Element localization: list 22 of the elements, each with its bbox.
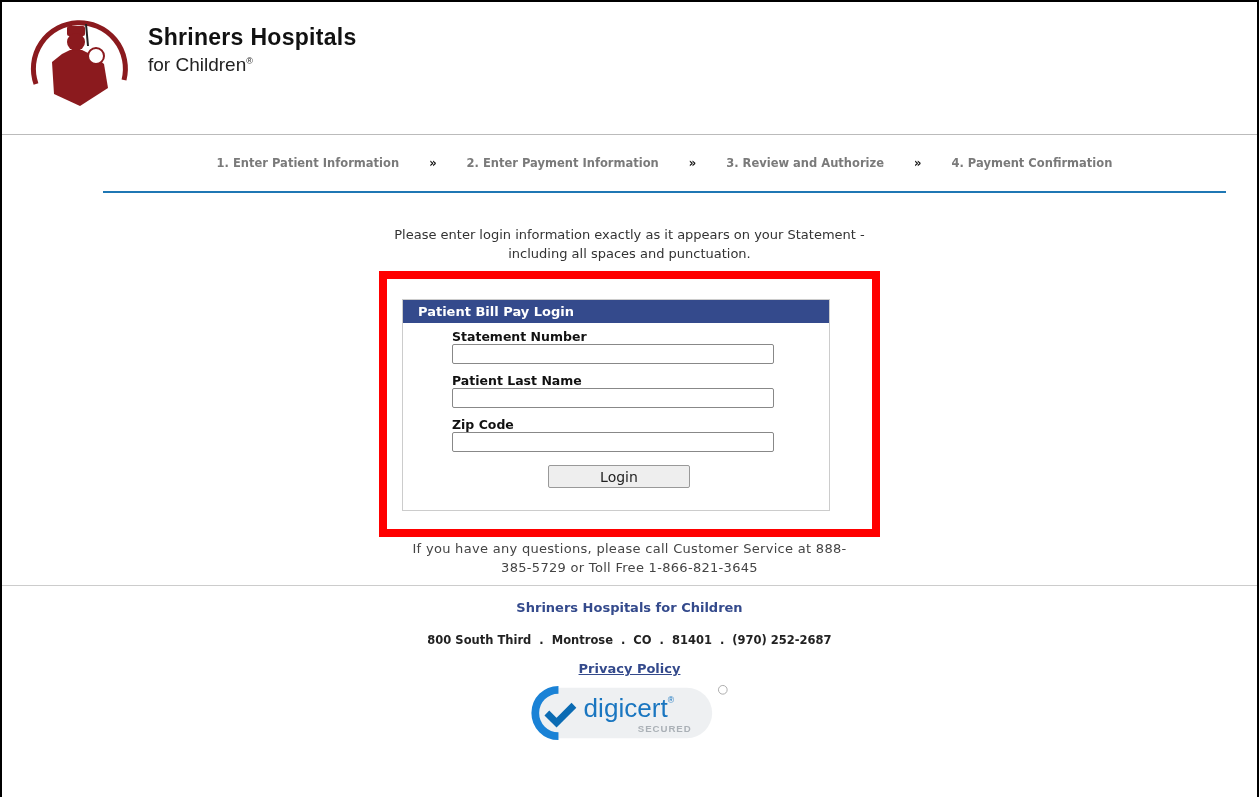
step-label: 4. Payment Confirmation bbox=[951, 156, 1113, 170]
login-button[interactable]: Login bbox=[548, 465, 690, 488]
help-text: If you have any questions, please call Customer Service at 888-385-5729 or Toll Free 1-866-821-3645 bbox=[411, 540, 848, 577]
step-separator: » bbox=[429, 156, 437, 170]
brand-name: Shriners Hospitals bbox=[148, 24, 357, 52]
input-field[interactable] bbox=[452, 432, 774, 452]
step-label: 1. Enter Patient Information bbox=[216, 156, 400, 170]
field-label: Zip Code bbox=[452, 417, 515, 432]
footer-organization: Shriners Hospitals for Children bbox=[516, 600, 743, 615]
input-field[interactable] bbox=[452, 388, 774, 408]
input-field[interactable] bbox=[452, 344, 774, 364]
step-label: 3. Review and Authorize bbox=[726, 156, 885, 170]
footer-address: 800 South Third . Montrose . CO . 81401 . (970) 252-2687 bbox=[427, 633, 832, 647]
privacy-link[interactable]: Privacy Policy bbox=[578, 661, 681, 676]
step-separator: » bbox=[688, 156, 697, 170]
field-label: Statement Number bbox=[452, 329, 588, 344]
step-separator: » bbox=[914, 156, 922, 170]
step-label: 2. Enter Payment Information bbox=[466, 156, 659, 170]
field-label: Patient Last Name bbox=[452, 373, 583, 388]
brand-subtitle: for Children$^{®}$ bbox=[148, 53, 254, 76]
intro-text: Please enter login information exactly as it appears on your Statement - including all spaces and punctuation. bbox=[393, 226, 866, 263]
panel-title: Patient Bill Pay Login bbox=[403, 300, 829, 323]
